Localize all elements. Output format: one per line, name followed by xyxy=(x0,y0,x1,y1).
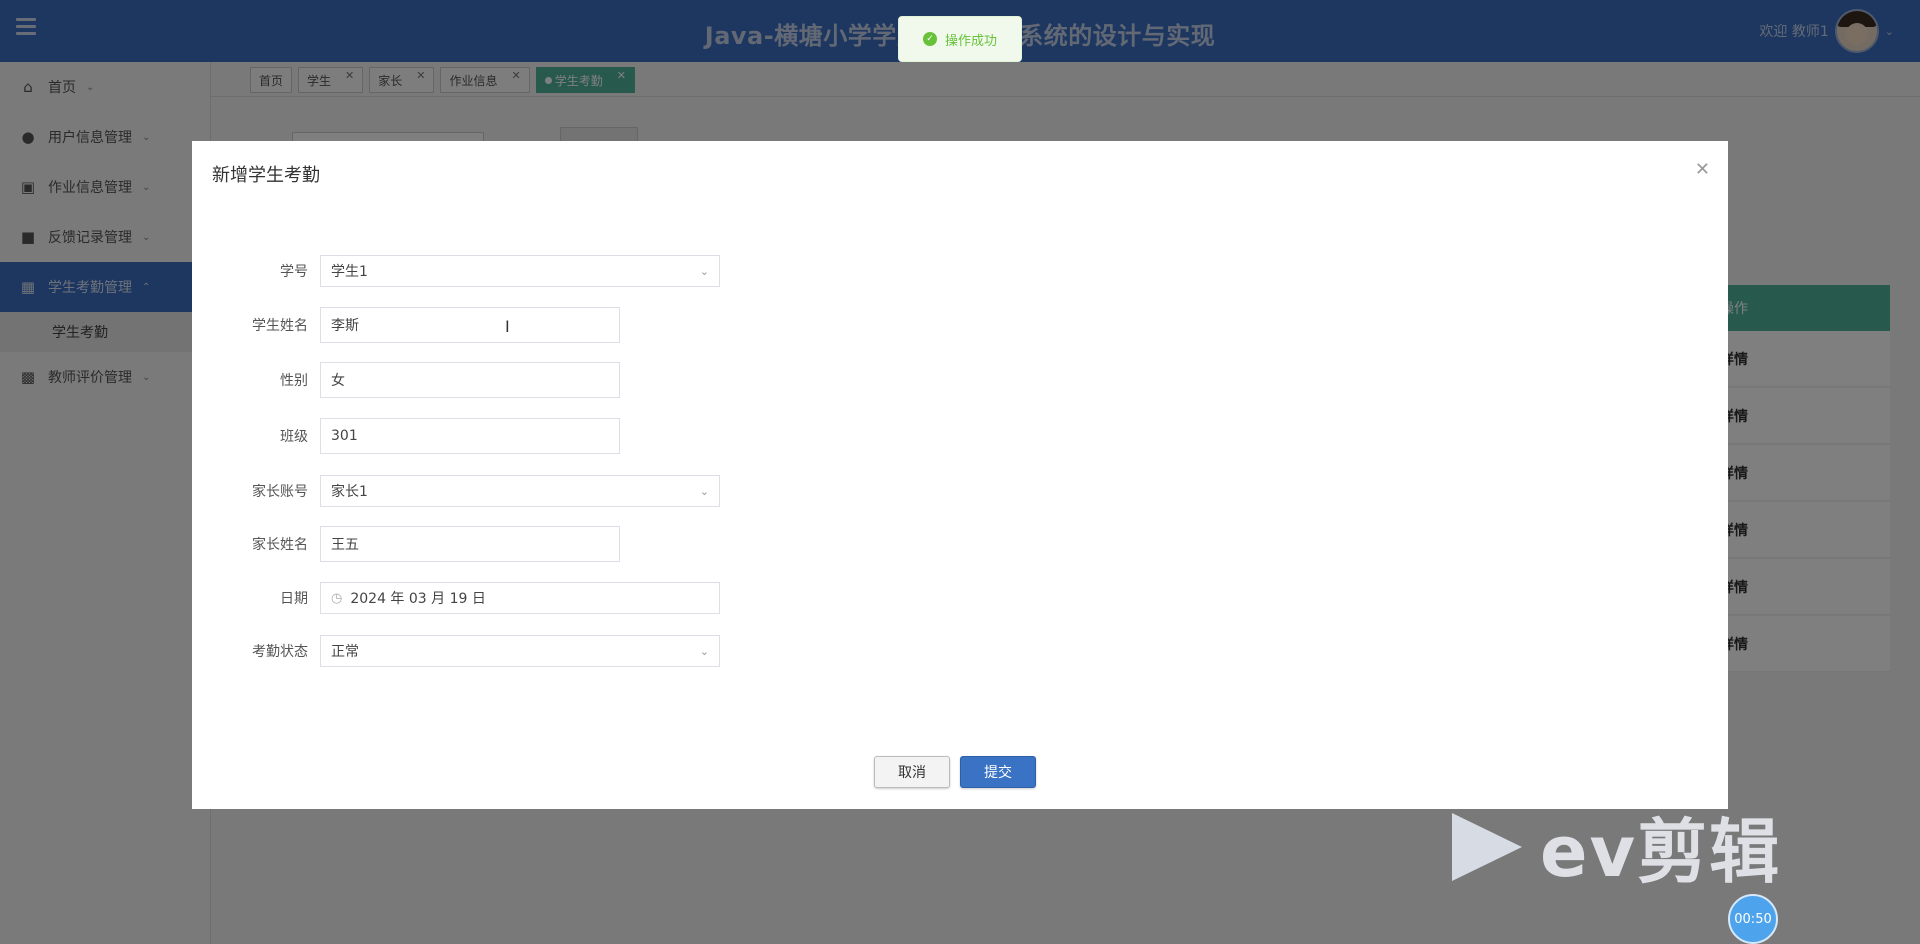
student-name-input[interactable]: 李斯 xyxy=(320,307,620,343)
field-label: 家长账号 xyxy=(252,484,308,500)
clock-icon: ◷ xyxy=(331,590,343,606)
play-icon xyxy=(1452,812,1522,881)
select-value: 家长1 xyxy=(331,484,368,500)
field-label: 性别 xyxy=(280,373,308,389)
field-label: 日期 xyxy=(280,591,308,607)
field-label: 学号 xyxy=(280,264,308,280)
chevron-down-icon: ⌄ xyxy=(699,264,709,278)
select-value: 正常 xyxy=(331,644,359,660)
recording-timer[interactable]: 00:50 xyxy=(1728,894,1778,944)
cancel-button[interactable]: 取消 xyxy=(874,756,950,788)
date-picker[interactable]: ◷ 2024 年 03 月 19 日 xyxy=(320,582,720,614)
form-row-date: 日期 ◷ 2024 年 03 月 19 日 xyxy=(192,582,720,614)
add-attendance-dialog: 新增学生考勤 ✕ 学号 学生1 ⌄ 学生姓名 李斯 性别 女 班级 301 家长… xyxy=(192,141,1728,809)
parent-account-select[interactable]: 家长1 ⌄ xyxy=(320,475,720,507)
text-cursor-icon: I xyxy=(505,317,510,336)
gender-input[interactable]: 女 xyxy=(320,362,620,398)
field-label: 班级 xyxy=(280,429,308,445)
select-value: 学生1 xyxy=(331,264,368,280)
field-label: 考勤状态 xyxy=(252,644,308,660)
chevron-down-icon: ⌄ xyxy=(699,484,709,498)
submit-button[interactable]: 提交 xyxy=(960,756,1036,788)
form-row-gender: 性别 女 xyxy=(192,362,620,398)
class-input[interactable]: 301 xyxy=(320,418,620,454)
success-toast: ✓ 操作成功 xyxy=(898,16,1022,62)
form-row-student-name: 学生姓名 李斯 xyxy=(192,307,620,343)
form-row-attendance-status: 考勤状态 正常 ⌄ xyxy=(192,635,720,667)
close-icon[interactable]: ✕ xyxy=(1695,159,1710,180)
parent-name-input[interactable]: 王五 xyxy=(320,526,620,562)
field-label: 学生姓名 xyxy=(252,318,308,334)
field-label: 家长姓名 xyxy=(252,537,308,553)
date-value: 2024 年 03 月 19 日 xyxy=(350,591,486,607)
attendance-status-select[interactable]: 正常 ⌄ xyxy=(320,635,720,667)
watermark: ev剪辑 xyxy=(1452,796,1781,897)
form-row-parent-name: 家长姓名 王五 xyxy=(192,526,620,562)
form-row-student-id: 学号 学生1 ⌄ xyxy=(192,255,720,287)
toast-message: 操作成功 xyxy=(944,33,997,49)
dialog-title: 新增学生考勤 xyxy=(212,165,320,186)
check-circle-icon: ✓ xyxy=(922,32,937,46)
chevron-down-icon: ⌄ xyxy=(699,644,709,658)
form-row-class: 班级 301 xyxy=(192,418,620,454)
form-row-parent-account: 家长账号 家长1 ⌄ xyxy=(192,475,720,507)
student-id-select[interactable]: 学生1 ⌄ xyxy=(320,255,720,287)
watermark-text: ev剪辑 xyxy=(1540,811,1782,893)
